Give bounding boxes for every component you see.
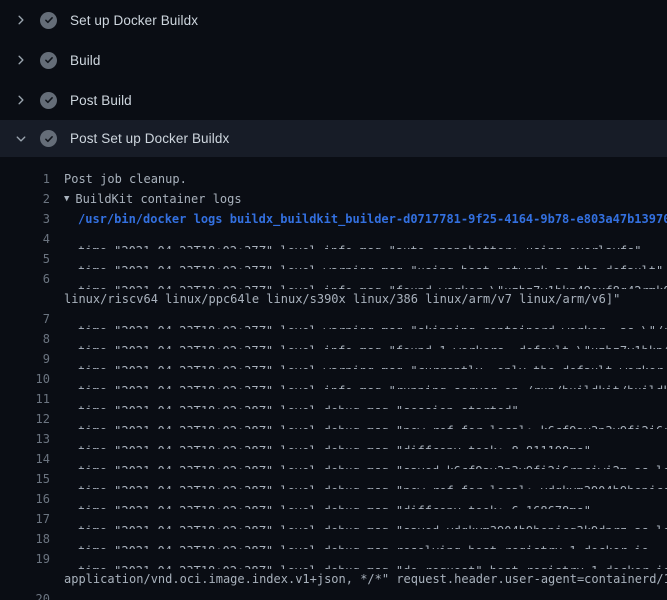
log-row: 2 ▼ BuildKit container logs: [0, 189, 667, 209]
log-row: 8 time="2021-04-23T18:02:37Z" level=info …: [0, 329, 667, 349]
log-row: 12 time="2021-04-23T18:02:38Z" level=debu…: [0, 409, 667, 429]
line-number[interactable]: 3: [0, 209, 50, 229]
chevron-down-icon: [13, 133, 29, 145]
log-row: 10 time="2021-04-23T18:02:37Z" level=info…: [0, 369, 667, 389]
command-text: /usr/bin/docker logs buildx_buildkit_bui…: [78, 209, 667, 229]
log-row: 3/usr/bin/docker logs buildx_buildkit_bu…: [0, 209, 667, 229]
log-row: 6 time="2021-04-23T18:02:37Z" level=info …: [0, 269, 667, 289]
step-header-post-build[interactable]: Post Build: [0, 80, 667, 120]
log-area: 1 Post job cleanup. 2 ▼ BuildKit container l…: [0, 157, 667, 600]
step-label: Post Set up Docker Buildx: [70, 131, 229, 146]
line-number[interactable]: 17: [0, 509, 50, 529]
line-number[interactable]: 19: [0, 549, 50, 569]
workflow-log-viewer: Set up Docker Buildx Build Post Build Po…: [0, 0, 667, 600]
line-number[interactable]: 7: [0, 309, 50, 329]
log-text: time="2021-04-23T18:02:37Z" level=info m…: [78, 269, 667, 289]
log-text: time="2021-04-23T18:02:37Z" level=warnin…: [78, 309, 667, 329]
line-number[interactable]: 15: [0, 469, 50, 489]
line-number[interactable]: 11: [0, 389, 50, 409]
log-group-label: BuildKit container logs: [75, 189, 241, 209]
line-number: [0, 569, 50, 589]
log-row: linux/riscv64 linux/ppc64le linux/s390x …: [0, 289, 667, 309]
log-row: 17 time="2021-04-23T18:02:38Z" level=debu…: [0, 509, 667, 529]
log-row: 7 time="2021-04-23T18:02:37Z" level=warni…: [0, 309, 667, 329]
line-number[interactable]: 6: [0, 269, 50, 289]
line-number[interactable]: 13: [0, 429, 50, 449]
log-row: 1 Post job cleanup.: [0, 169, 667, 189]
log-row: 20 time="2021-04-23T18:02:38Z" level=debu…: [0, 589, 667, 600]
line-number[interactable]: 18: [0, 529, 50, 549]
step-label: Build: [70, 53, 101, 68]
step-label: Set up Docker Buildx: [70, 13, 198, 28]
line-number[interactable]: 5: [0, 249, 50, 269]
log-text: time="2021-04-23T18:02:37Z" level=warnin…: [78, 249, 663, 269]
log-text: time="2021-04-23T18:02:38Z" level=debug …: [78, 409, 667, 429]
step-header-post-set-up-docker-buildx[interactable]: Post Set up Docker Buildx: [0, 120, 667, 157]
log-text: application/vnd.oci.image.index.v1+json,…: [64, 569, 667, 589]
chevron-right-icon: [13, 94, 29, 106]
log-row: 19 time="2021-04-23T18:02:38Z" level=debu…: [0, 549, 667, 569]
success-check-icon: [40, 92, 57, 109]
success-check-icon: [40, 130, 57, 147]
log-text: time="2021-04-23T18:02:38Z" level=debug …: [78, 449, 667, 469]
log-text: time="2021-04-23T18:02:38Z" level=debug …: [78, 429, 591, 449]
log-text: time="2021-04-23T18:02:37Z" level=info m…: [78, 329, 667, 349]
step-label: Post Build: [70, 93, 132, 108]
group-collapse-triangle-icon[interactable]: ▼: [64, 189, 69, 209]
log-text: time="2021-04-23T18:02:38Z" level=debug …: [78, 549, 667, 569]
log-row: 11 time="2021-04-23T18:02:38Z" level=debu…: [0, 389, 667, 409]
line-number[interactable]: 9: [0, 349, 50, 369]
success-check-icon: [40, 52, 57, 69]
chevron-right-icon: [13, 54, 29, 66]
log-text: time="2021-04-23T18:02:37Z" level=warnin…: [78, 349, 667, 369]
success-check-icon: [40, 12, 57, 29]
log-row: 13 time="2021-04-23T18:02:38Z" level=debu…: [0, 429, 667, 449]
step-header-set-up-docker-buildx[interactable]: Set up Docker Buildx: [0, 0, 667, 40]
log-text: time="2021-04-23T18:02:38Z" level=debug …: [78, 469, 667, 489]
log-text: linux/riscv64 linux/ppc64le linux/s390x …: [64, 289, 620, 309]
log-row: 18 time="2021-04-23T18:02:38Z" level=debu…: [0, 529, 667, 549]
log-text: time="2021-04-23T18:02:38Z" level=debug …: [78, 509, 667, 529]
log-text: time="2021-04-23T18:02:37Z" level=info m…: [78, 369, 667, 389]
line-number[interactable]: 14: [0, 449, 50, 469]
log-text: time="2021-04-23T18:02:38Z" level=debug …: [78, 529, 649, 549]
log-text: time="2021-04-23T18:02:38Z" level=debug …: [78, 489, 591, 509]
step-header-build[interactable]: Build: [0, 40, 667, 80]
line-number[interactable]: 1: [0, 169, 50, 189]
log-row: application/vnd.oci.image.index.v1+json,…: [0, 569, 667, 589]
log-row: 14 time="2021-04-23T18:02:38Z" level=debu…: [0, 449, 667, 469]
log-row: 4 time="2021-04-23T18:02:37Z" level=info …: [0, 229, 667, 249]
line-number[interactable]: 4: [0, 229, 50, 249]
log-text: time="2021-04-23T18:02:38Z" level=debug …: [78, 589, 667, 600]
line-number[interactable]: 16: [0, 489, 50, 509]
line-number[interactable]: 2: [0, 189, 50, 209]
log-row: 5 time="2021-04-23T18:02:37Z" level=warni…: [0, 249, 667, 269]
log-text: time="2021-04-23T18:02:37Z" level=info m…: [78, 229, 642, 249]
log-row: 9 time="2021-04-23T18:02:37Z" level=warni…: [0, 349, 667, 369]
log-text: time="2021-04-23T18:02:38Z" level=debug …: [78, 389, 519, 409]
line-number[interactable]: 8: [0, 329, 50, 349]
chevron-right-icon: [13, 14, 29, 26]
line-number[interactable]: 10: [0, 369, 50, 389]
log-row: 16 time="2021-04-23T18:02:38Z" level=debu…: [0, 489, 667, 509]
line-number[interactable]: 12: [0, 409, 50, 429]
log-text: Post job cleanup.: [64, 169, 187, 189]
line-number[interactable]: 20: [0, 589, 50, 600]
line-number: [0, 289, 50, 309]
log-row: 15 time="2021-04-23T18:02:38Z" level=debu…: [0, 469, 667, 489]
